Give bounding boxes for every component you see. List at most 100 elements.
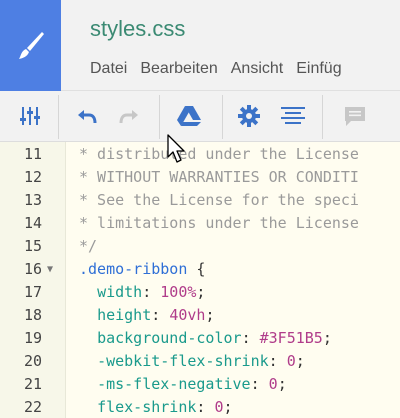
menu-insert[interactable]: Einfüg [296, 60, 341, 78]
semicolon: ; [205, 306, 215, 324]
menu-bar: Datei Bearbeiten Ansicht Einfüg [90, 60, 355, 78]
code-text: .demo-ribbon { [79, 258, 205, 281]
semicolon: ; [322, 329, 332, 347]
brace: { [187, 260, 206, 278]
line-number: 17 [23, 283, 42, 301]
css-property: height [97, 306, 152, 324]
menu-edit[interactable]: Bearbeiten [140, 60, 217, 78]
comment-text: * limitations under the License [79, 214, 359, 232]
comment-text: * distributed under the License [79, 145, 359, 163]
toolbar-divider [58, 95, 59, 139]
code-line[interactable]: 20 -webkit-flex-shrink: 0; [0, 350, 400, 373]
sliders-icon [20, 107, 40, 125]
code-line[interactable]: 11 * distributed under the License [0, 143, 400, 166]
line-number: 12 [23, 168, 42, 186]
code-editor[interactable]: 11 * distributed under the License 12 * WIT… [0, 142, 400, 418]
css-property: -webkit-flex-shrink [97, 352, 269, 370]
settings-gear-button[interactable] [230, 91, 268, 141]
css-value: 0 [268, 375, 278, 393]
code-text: -ms-flex-negative: 0; [79, 373, 287, 396]
comment-text: */ [79, 237, 98, 255]
toolbar [0, 91, 400, 142]
semicolon: ; [196, 283, 206, 301]
google-drive-icon [177, 106, 201, 126]
css-value: #3F51B5 [259, 329, 323, 347]
redo-button[interactable] [110, 91, 148, 141]
align-center-icon [281, 107, 305, 124]
toolbar-divider [322, 95, 323, 139]
css-value: 100% [160, 283, 197, 301]
css-value: 0 [214, 398, 224, 416]
line-number: 11 [23, 145, 42, 163]
colon: : [268, 352, 287, 370]
undo-icon [78, 110, 97, 124]
css-property: width [97, 283, 143, 301]
colon: : [151, 306, 170, 324]
gear-icon [238, 105, 260, 127]
menu-file[interactable]: Datei [90, 60, 127, 78]
code-text: * limitations under the License [79, 212, 359, 235]
line-number: 14 [23, 214, 42, 232]
css-value: 40vh [169, 306, 206, 324]
code-line[interactable]: 22 flex-shrink: 0; [0, 396, 400, 418]
line-number: 16 [23, 260, 42, 278]
code-line[interactable]: 18 height: 40vh; [0, 304, 400, 327]
line-number: 19 [23, 329, 42, 347]
app-header: styles.css Datei Bearbeiten Ansicht Einf… [0, 0, 400, 91]
code-line[interactable]: 21 -ms-flex-negative: 0; [0, 373, 400, 396]
redo-icon [119, 110, 138, 124]
semicolon: ; [277, 375, 287, 393]
line-number: 20 [23, 352, 42, 370]
menu-view[interactable]: Ansicht [231, 60, 283, 78]
css-property: -ms-flex-negative [97, 375, 251, 393]
code-line[interactable]: 15 */ [0, 235, 400, 258]
line-number: 15 [23, 237, 42, 255]
code-text: * distributed under the License [79, 143, 359, 166]
undo-button[interactable] [68, 91, 106, 141]
code-line[interactable]: 13 * See the License for the speci [0, 189, 400, 212]
format-button[interactable] [272, 91, 314, 141]
code-line[interactable]: 16 ▼ .demo-ribbon { [0, 258, 400, 281]
code-line[interactable]: 17 width: 100%; [0, 281, 400, 304]
toolbar-divider [159, 95, 160, 139]
code-text: height: 40vh; [79, 304, 214, 327]
settings-button[interactable] [10, 91, 50, 141]
css-selector: .demo-ribbon [79, 260, 188, 278]
semicolon: ; [223, 398, 233, 416]
code-text: flex-shrink: 0; [79, 396, 233, 418]
code-line[interactable]: 12 * WITHOUT WARRANTIES OR CONDITI [0, 166, 400, 189]
app-logo[interactable] [0, 0, 61, 91]
brush-icon [18, 31, 44, 59]
semicolon: ; [295, 352, 305, 370]
code-text: background-color: #3F51B5; [79, 327, 332, 350]
code-text: width: 100%; [79, 281, 205, 304]
toolbar-divider [222, 95, 223, 139]
colon: : [241, 329, 260, 347]
line-number: 13 [23, 191, 42, 209]
css-value: 0 [286, 352, 296, 370]
fold-toggle-icon[interactable]: ▼ [47, 258, 53, 281]
code-text: */ [79, 235, 97, 258]
comment-text: * See the License for the speci [79, 191, 359, 209]
colon: : [142, 283, 161, 301]
comment-button[interactable] [334, 91, 376, 141]
line-number: 21 [23, 375, 42, 393]
code-text: * WITHOUT WARRANTIES OR CONDITI [79, 166, 359, 189]
code-line[interactable]: 19 background-color: #3F51B5; [0, 327, 400, 350]
line-number: 18 [23, 306, 42, 324]
code-text: -webkit-flex-shrink: 0; [79, 350, 305, 373]
css-property: flex-shrink [97, 398, 197, 416]
comment-text: * WITHOUT WARRANTIES OR CONDITI [79, 168, 359, 186]
document-title[interactable]: styles.css [90, 16, 185, 42]
code-text: * See the License for the speci [79, 189, 359, 212]
colon: : [250, 375, 269, 393]
mouse-pointer-icon [167, 134, 185, 163]
css-property: background-color [97, 329, 242, 347]
line-number: 22 [23, 398, 42, 416]
code-line[interactable]: 14 * limitations under the License [0, 212, 400, 235]
